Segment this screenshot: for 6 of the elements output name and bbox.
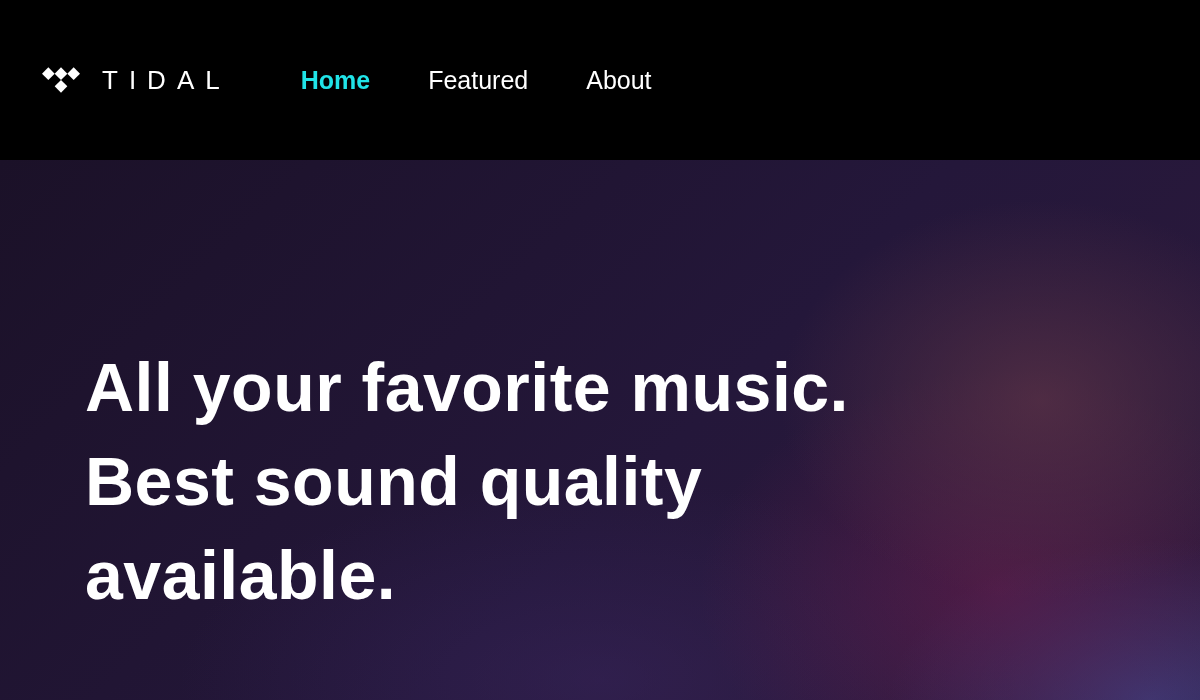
nav-link[interactable]: Home — [300, 65, 371, 95]
nav-link[interactable]: Featured — [428, 65, 529, 95]
brand-name: TIDAL — [102, 64, 231, 96]
logo-icon — [42, 67, 80, 93]
hero-headline: All your favorite music. Best sound quality available. — [85, 348, 850, 615]
nav-link[interactable]: About — [586, 65, 652, 95]
